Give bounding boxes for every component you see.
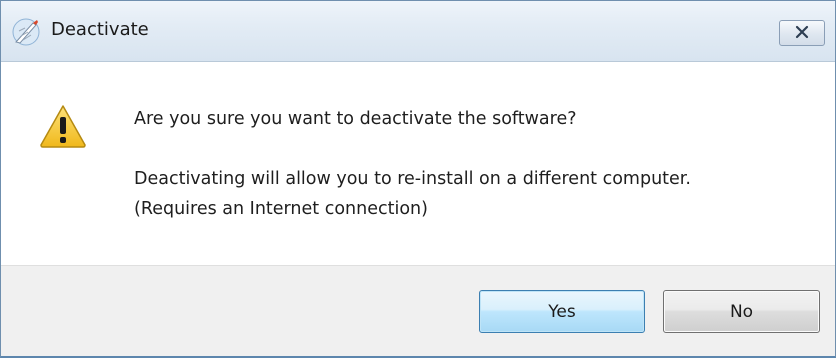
close-icon — [794, 24, 810, 43]
window-title: Deactivate — [51, 19, 149, 40]
close-button[interactable] — [779, 20, 825, 46]
detail-line-1: Deactivating will allow you to re-instal… — [134, 169, 691, 189]
no-button[interactable]: No — [663, 290, 820, 333]
feather-pen-icon — [11, 17, 41, 47]
confirmation-question: Are you sure you want to deactivate the … — [134, 109, 577, 129]
yes-button[interactable]: Yes — [479, 290, 645, 333]
button-bar: Yes No — [1, 265, 835, 356]
confirmation-detail: Deactivating will allow you to re-instal… — [134, 164, 691, 224]
dialog-window: Deactivate Are you sure you want to deac… — [0, 0, 836, 358]
detail-line-2: (Requires an Internet connection) — [134, 199, 428, 219]
title-bar[interactable]: Deactivate — [1, 1, 835, 62]
dialog-content: Are you sure you want to deactivate the … — [1, 62, 835, 265]
warning-icon — [39, 104, 87, 148]
